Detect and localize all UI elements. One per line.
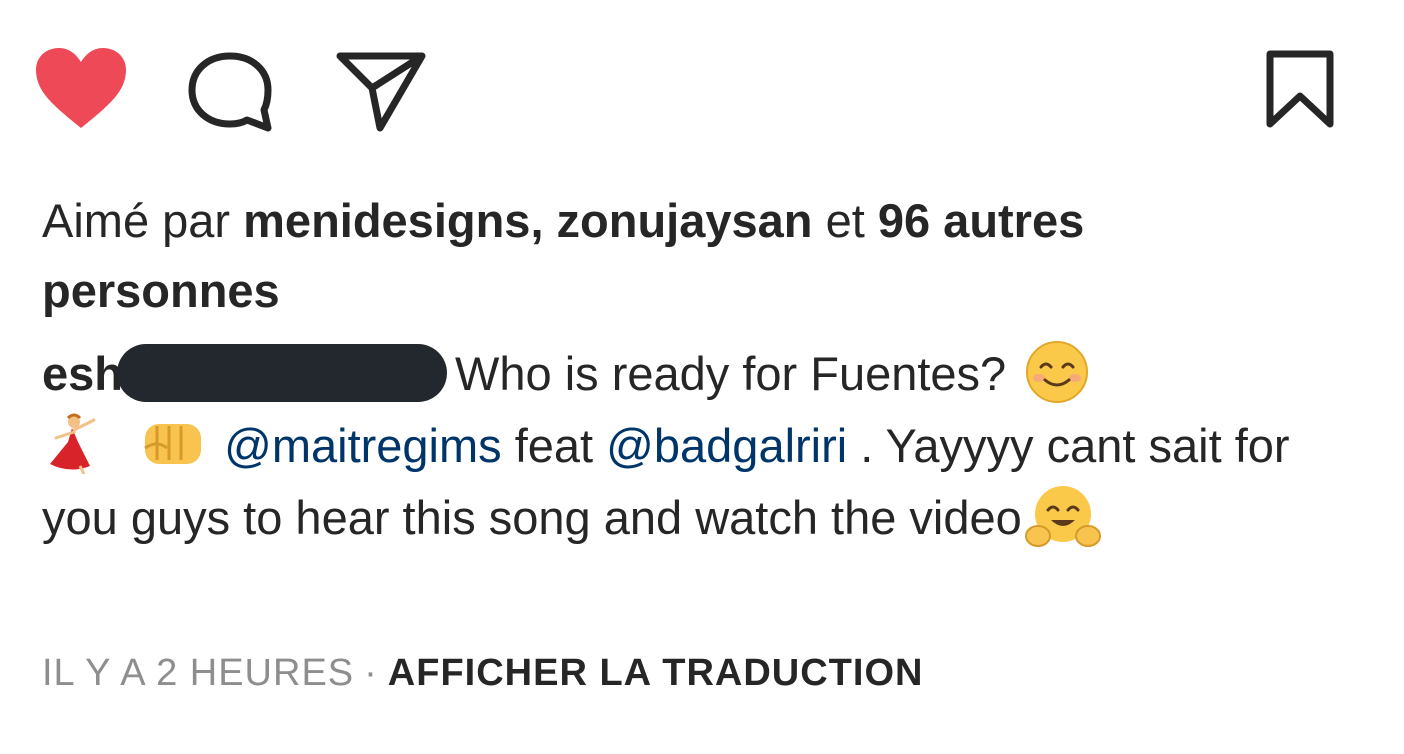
likes-summary: Aimé par menidesigns, zonujaysan et 96 a… (42, 186, 1242, 326)
hugging-face-emoji-icon (1024, 486, 1101, 547)
smiling-face-emoji-icon (1026, 341, 1089, 403)
show-translation-link[interactable]: AFFICHER LA TRADUCTION (388, 652, 924, 694)
redaction-bar (117, 344, 447, 402)
share-button[interactable] (334, 48, 428, 132)
mention-badgalriri[interactable]: @badgalriri (606, 419, 847, 472)
mention-maitregims[interactable]: @maitregims (224, 419, 502, 472)
liked-by-users[interactable]: menidesigns, zonujaysan (243, 194, 812, 247)
likes-prefix: Aimé par (42, 194, 244, 247)
meta-separator: · (364, 652, 378, 694)
post-timestamp: IL Y A 2 HEURES (42, 652, 355, 694)
caption-username[interactable]: esh (42, 347, 123, 400)
dancer-emoji-icon (50, 413, 96, 474)
comment-bubble-icon (188, 52, 272, 132)
like-button[interactable] (34, 46, 128, 130)
post-meta: IL Y A 2 HEURES · AFFICHER LA TRADUCTION (42, 648, 923, 698)
likes-connector: et (812, 194, 878, 247)
oncoming-fist-emoji-icon (144, 424, 202, 464)
caption-text-1: Who is ready for Fuentes? (455, 347, 1007, 400)
post-caption: esh Who is ready for Fuentes? @maitregims… (42, 338, 1302, 554)
bookmark-icon (1266, 50, 1334, 128)
caption-text-2: feat (501, 419, 607, 472)
heart-filled-icon (36, 48, 126, 128)
comment-button[interactable] (184, 50, 276, 132)
save-button[interactable] (1264, 48, 1336, 130)
post-action-bar (0, 0, 1404, 150)
paper-plane-icon (336, 52, 426, 132)
